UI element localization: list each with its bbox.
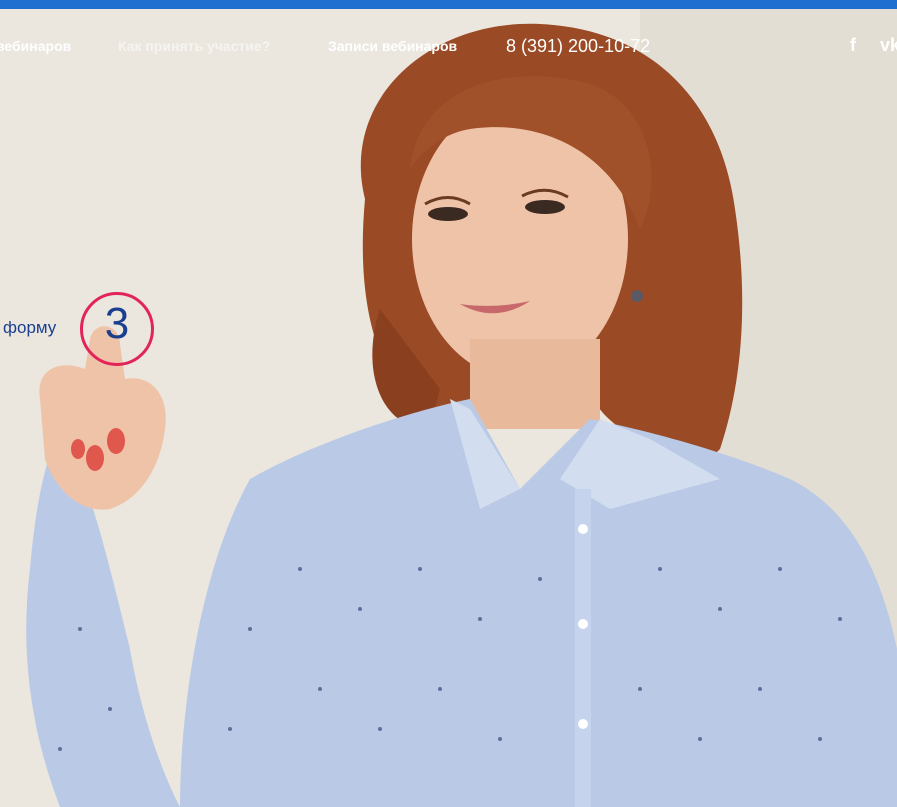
nav-link-how-to-participate[interactable]: Как принять участие?: [118, 38, 270, 54]
nav-link-webinars[interactable]: вебинаров: [0, 38, 71, 54]
nav-link-webinar-recordings[interactable]: Записи вебинаров: [328, 38, 457, 54]
hero-banner: [0, 9, 897, 807]
step-label: форму: [3, 318, 57, 337]
hero-photo: [0, 9, 897, 807]
vk-icon[interactable]: vk: [880, 35, 897, 56]
top-accent-bar: [0, 0, 897, 9]
facebook-icon[interactable]: f: [850, 35, 856, 56]
top-navigation: вебинаров Как принять участие? Записи ве…: [0, 9, 897, 67]
step-number: 3: [104, 299, 130, 348]
phone-number[interactable]: 8 (391) 200-10-72: [506, 36, 650, 57]
